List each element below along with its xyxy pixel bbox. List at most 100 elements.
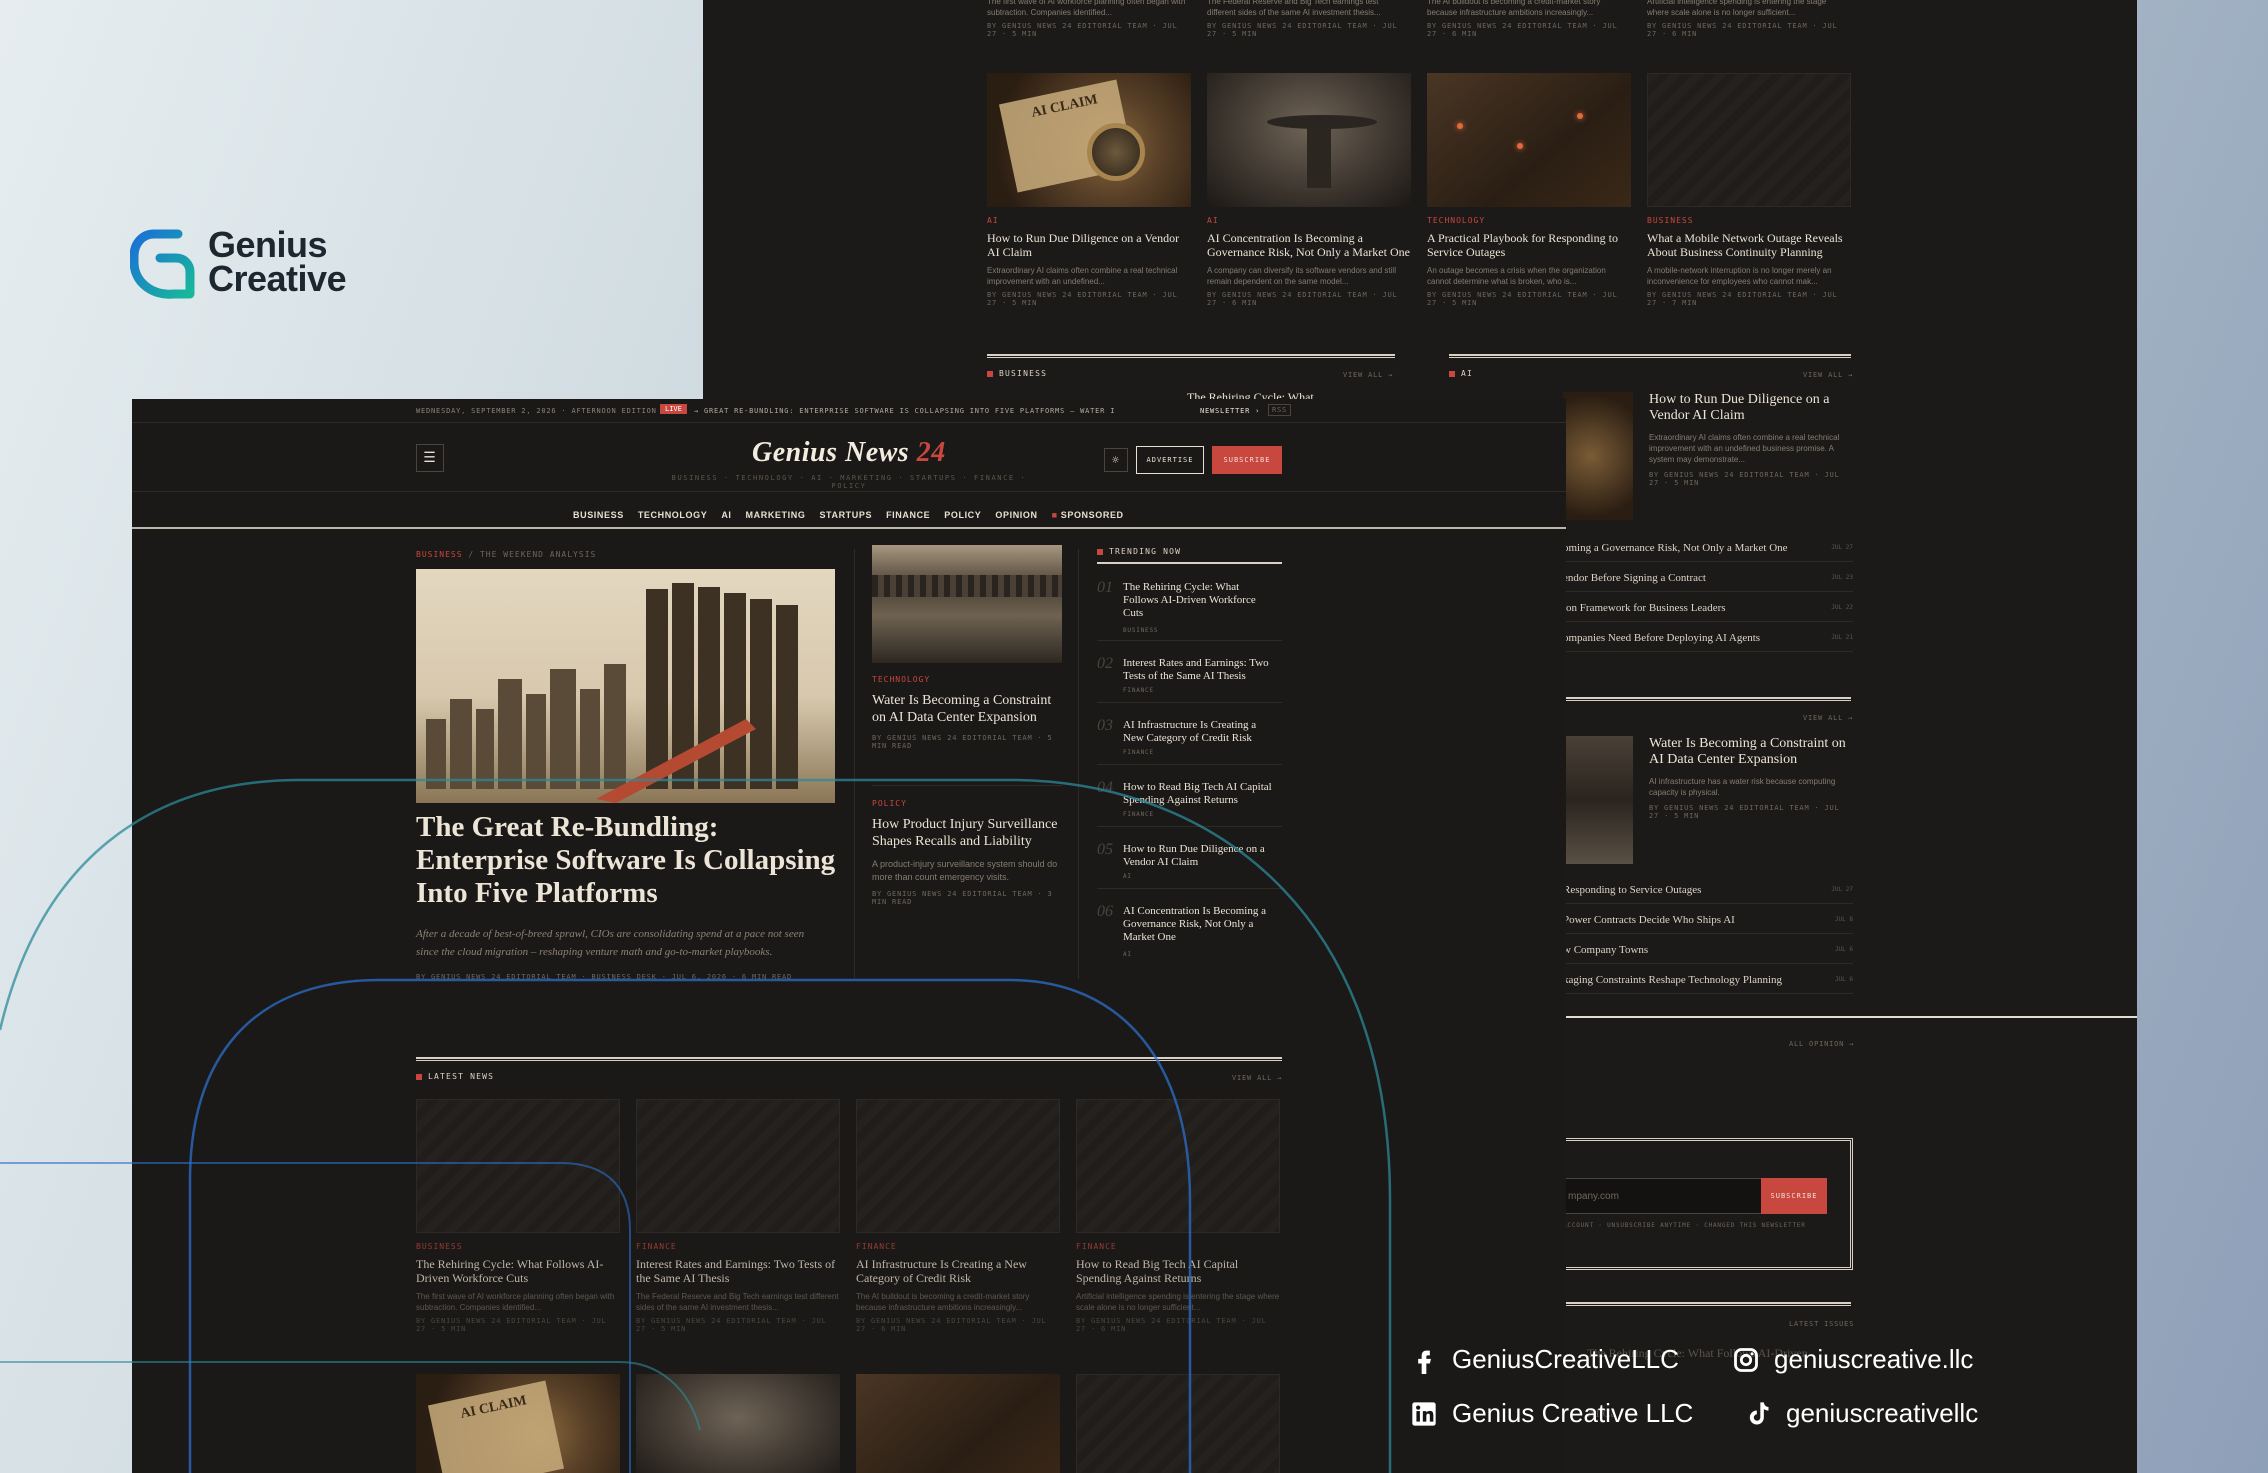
divider bbox=[1563, 1016, 2137, 1018]
ai-feature-image[interactable] bbox=[1563, 392, 1633, 520]
section-rule bbox=[1563, 697, 1851, 701]
nav-technology[interactable]: TECHNOLOGY bbox=[638, 510, 708, 520]
list-item[interactable]: ion Framework for Business Leaders JUL 22 bbox=[1563, 594, 1853, 622]
latest-card-image[interactable] bbox=[1076, 1099, 1280, 1233]
column-divider bbox=[854, 549, 855, 979]
card-image-network-map[interactable] bbox=[856, 1374, 1060, 1473]
latest-card[interactable]: BUSINESS The Rehiring Cycle: What Follow… bbox=[416, 1242, 620, 1333]
back-top-excerpt: The Federal Reserve and Big Tech earning… bbox=[1207, 0, 1398, 38]
card-image-placeholder[interactable] bbox=[1076, 1374, 1280, 1473]
card-image-pedestal[interactable] bbox=[1207, 73, 1411, 207]
latest-card-image[interactable] bbox=[416, 1099, 620, 1233]
nav-marketing[interactable]: MARKETING bbox=[746, 510, 806, 520]
lead-image[interactable] bbox=[416, 569, 835, 803]
list-item[interactable]: endor Before Signing a Contract JUL 23 bbox=[1563, 564, 1853, 592]
nav-startups[interactable]: STARTUPS bbox=[819, 510, 872, 520]
brand-logo: Genius Creative bbox=[130, 224, 400, 300]
trending-item[interactable]: 01 The Rehiring Cycle: What Follows AI-Dr… bbox=[1097, 579, 1282, 641]
email-input[interactable]: mpany.com bbox=[1563, 1178, 1763, 1214]
nav-business[interactable]: BUSINESS bbox=[573, 510, 624, 520]
section-rule bbox=[1563, 1302, 1851, 1306]
card-image-placeholder[interactable] bbox=[1647, 73, 1851, 207]
ai-feature[interactable]: How to Run Due Diligence on a Vendor AI … bbox=[1649, 392, 1853, 487]
back-card[interactable]: AI AI Concentration Is Becoming a Govern… bbox=[1207, 216, 1411, 307]
lead-meta: BY GENIUS NEWS 24 EDITORIAL TEAM · BUSIN… bbox=[416, 973, 793, 981]
list-item[interactable]: Responding to Service Outages JUL 27 bbox=[1563, 876, 1853, 904]
latest-card[interactable]: FINANCE AI Infrastructure Is Creating a … bbox=[856, 1242, 1060, 1333]
instagram-icon bbox=[1734, 1347, 1758, 1372]
social-tiktok[interactable]: geniuscreativellc bbox=[1744, 1398, 1978, 1429]
column-divider bbox=[1078, 549, 1079, 979]
view-all-link[interactable]: VIEW ALL → bbox=[1803, 371, 1853, 379]
trending-item[interactable]: 02 Interest Rates and Earnings: Two Tests… bbox=[1097, 655, 1282, 703]
latest-view-all-link[interactable]: VIEW ALL → bbox=[1232, 1074, 1282, 1082]
city-towers-illustration bbox=[426, 583, 798, 803]
mid-image-dam[interactable] bbox=[872, 545, 1062, 663]
masthead-subnav: BUSINESS · TECHNOLOGY · AI · MARKETING ·… bbox=[671, 474, 1027, 490]
facebook-icon bbox=[1418, 1350, 1431, 1374]
nav-ai[interactable]: AI bbox=[721, 510, 731, 520]
newsletter-link[interactable]: NEWSLETTER › bbox=[1200, 407, 1260, 415]
lead-kicker[interactable]: BUSINESS / THE WEEKEND ANALYSIS bbox=[416, 550, 596, 559]
latest-rule bbox=[416, 1057, 1282, 1061]
site-logo[interactable]: Genius News 24 bbox=[752, 437, 946, 469]
tech-feature[interactable]: Water Is Becoming a Constraint on AI Dat… bbox=[1649, 736, 1853, 820]
brand-line2: Creative bbox=[208, 258, 347, 299]
lead-headline[interactable]: The Great Re-Bundling: Enterprise Softwa… bbox=[416, 811, 846, 910]
news-ticker[interactable]: → Great Re-Bundling: Enterprise Software… bbox=[694, 407, 1114, 415]
list-item[interactable]: Power Contracts Decide Who Ships AI JUL 8 bbox=[1563, 906, 1853, 934]
subscribe-button[interactable]: SUBSCRIBE bbox=[1212, 446, 1282, 474]
card-image-network-map[interactable] bbox=[1427, 73, 1631, 207]
list-item[interactable]: w Company Towns JUL 6 bbox=[1563, 936, 1853, 964]
tech-feature-image[interactable] bbox=[1563, 736, 1633, 864]
linkedin-icon bbox=[1412, 1401, 1436, 1426]
list-item[interactable]: oming a Governance Risk, Not Only a Mark… bbox=[1563, 534, 1853, 562]
back-card[interactable]: BUSINESS What a Mobile Network Outage Re… bbox=[1647, 216, 1851, 307]
list-item[interactable]: ompanies Need Before Deploying AI Agents… bbox=[1563, 624, 1853, 652]
back-top-excerpt: The first wave of AI workforce planning … bbox=[987, 0, 1186, 38]
latest-issues-label: LATEST ISSUES bbox=[1789, 1320, 1855, 1328]
latest-card[interactable]: FINANCE How to Read Big Tech AI Capital … bbox=[1076, 1242, 1280, 1333]
latest-news-label: LATEST NEWS bbox=[416, 1072, 494, 1081]
brand-line1: Genius bbox=[208, 224, 328, 265]
card-image-ai-claim[interactable]: AI CLAIM bbox=[987, 73, 1191, 207]
nav-sponsored[interactable]: ■ SPONSORED bbox=[1052, 510, 1124, 520]
trending-item[interactable]: 06 AI Concentration Is Becoming a Governa… bbox=[1097, 903, 1282, 965]
back-card[interactable]: TECHNOLOGY A Practical Playbook for Resp… bbox=[1427, 216, 1631, 307]
advertise-button[interactable]: ADVERTISE bbox=[1136, 446, 1204, 474]
subscribe-button[interactable]: SUBSCRIBE bbox=[1761, 1178, 1827, 1214]
view-all-link[interactable]: VIEW ALL → bbox=[1803, 714, 1853, 722]
main-nav-border bbox=[132, 491, 1566, 492]
hamburger-icon: ☰ bbox=[423, 450, 437, 466]
nav-policy[interactable]: POLICY bbox=[944, 510, 981, 520]
rss-link[interactable]: RSS bbox=[1268, 404, 1292, 416]
theme-toggle[interactable]: ☼ bbox=[1104, 448, 1128, 472]
nav-finance[interactable]: FINANCE bbox=[886, 510, 930, 520]
mid-story[interactable]: TECHNOLOGY Water Is Becoming a Constrain… bbox=[872, 675, 1062, 750]
edition-date: WEDNESDAY, SEPTEMBER 2, 2026 · AFTERNOON… bbox=[416, 407, 657, 415]
list-item[interactable]: kaging Constraints Reshape Technology Pl… bbox=[1563, 966, 1853, 994]
trending-list: 01 The Rehiring Cycle: What Follows AI-Dr… bbox=[1097, 579, 1282, 979]
mid-story[interactable]: POLICY How Product Injury Surveillance S… bbox=[872, 799, 1062, 906]
social-linkedin[interactable]: Genius Creative LLC bbox=[1410, 1398, 1693, 1429]
social-facebook[interactable]: GeniusCreativeLLC bbox=[1410, 1344, 1679, 1375]
trending-rule bbox=[1097, 562, 1282, 564]
nav-opinion[interactable]: OPINION bbox=[995, 510, 1037, 520]
card-image-pedestal[interactable] bbox=[636, 1374, 840, 1473]
trending-item[interactable]: 04 How to Read Big Tech AI Capital Spendi… bbox=[1097, 779, 1282, 827]
card-image-ai-claim[interactable]: AI CLAIM bbox=[416, 1374, 620, 1473]
menu-button[interactable]: ☰ bbox=[416, 444, 444, 472]
back-card[interactable]: AI How to Run Due Diligence on a Vendor … bbox=[987, 216, 1191, 307]
social-instagram[interactable]: geniuscreative.llc bbox=[1732, 1344, 1973, 1375]
latest-card-image[interactable] bbox=[856, 1099, 1060, 1233]
latest-card-image[interactable] bbox=[636, 1099, 840, 1233]
view-all-link[interactable]: VIEW ALL → bbox=[1343, 371, 1393, 379]
trending-item[interactable]: 03 AI Infrastructure Is Creating a New Ca… bbox=[1097, 717, 1282, 765]
trending-item[interactable]: 05 How to Run Due Diligence on a Vendor A… bbox=[1097, 841, 1282, 889]
main-nav-rule bbox=[132, 527, 1566, 529]
section-ai-label: AI bbox=[1449, 369, 1473, 378]
genius-creative-logo-mark bbox=[130, 229, 195, 299]
latest-card[interactable]: FINANCE Interest Rates and Earnings: Two… bbox=[636, 1242, 840, 1333]
all-opinion-link[interactable]: ALL OPINION → bbox=[1789, 1040, 1854, 1048]
mid-divider bbox=[872, 785, 1062, 786]
